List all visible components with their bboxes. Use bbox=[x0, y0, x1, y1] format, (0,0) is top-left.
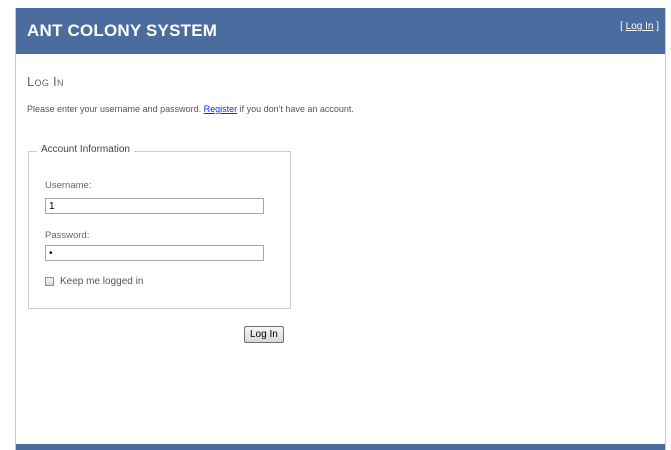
header-login-link[interactable]: Log In bbox=[626, 21, 654, 32]
main-frame: ANT COLONY SYSTEM [ Log In ] Log In Plea… bbox=[15, 8, 666, 450]
account-info-fieldset: Account Information Username: Password: … bbox=[28, 144, 291, 309]
password-input[interactable] bbox=[45, 245, 264, 261]
fieldset-legend: Account Information bbox=[37, 144, 134, 155]
app-title: ANT COLONY SYSTEM bbox=[27, 21, 218, 40]
remember-me-row[interactable]: Keep me logged in bbox=[45, 276, 143, 287]
register-link[interactable]: Register bbox=[204, 104, 238, 114]
page-title: Log In bbox=[27, 74, 64, 89]
username-label: Username: bbox=[45, 180, 92, 191]
intro-text-before: Please enter your username and password. bbox=[27, 104, 204, 114]
page: ANT COLONY SYSTEM [ Log In ] Log In Plea… bbox=[0, 0, 671, 450]
remember-me-label[interactable]: Keep me logged in bbox=[60, 276, 143, 287]
password-label: Password: bbox=[45, 230, 90, 241]
remember-me-checkbox[interactable] bbox=[45, 277, 54, 286]
header-bar: ANT COLONY SYSTEM [ Log In ] bbox=[16, 8, 665, 54]
footer-bar bbox=[16, 444, 665, 450]
login-bracket-close: ] bbox=[653, 21, 659, 32]
intro-text: Please enter your username and password.… bbox=[27, 104, 354, 114]
login-status: [ Log In ] bbox=[620, 21, 659, 32]
login-button[interactable]: Log In bbox=[244, 326, 284, 343]
intro-text-after: if you don't have an account. bbox=[237, 104, 354, 114]
username-input[interactable] bbox=[45, 198, 264, 214]
